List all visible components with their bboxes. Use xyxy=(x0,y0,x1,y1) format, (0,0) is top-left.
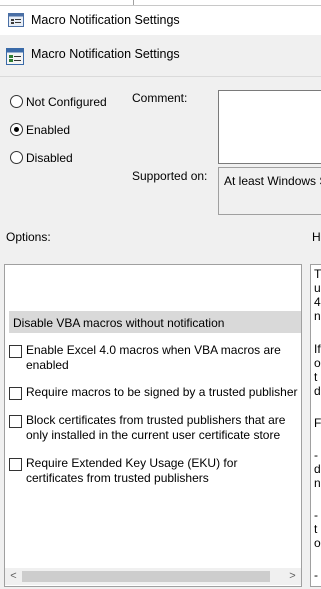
radio-label: Disabled xyxy=(26,151,73,165)
window-title: Macro Notification Settings xyxy=(31,13,180,27)
option-label: Require Extended Key Usage (EKU) for cer… xyxy=(26,456,238,485)
help-text-line: 4 xyxy=(314,295,321,309)
supported-on-value: At least Windows S xyxy=(224,174,321,188)
help-text-line: - xyxy=(314,508,318,522)
help-text-line: If xyxy=(314,342,321,356)
policy-title: Macro Notification Settings xyxy=(31,47,180,61)
option-label: Block certificates from trusted publishe… xyxy=(26,413,286,442)
option-label: Require macros to be signed by a trusted… xyxy=(26,385,298,399)
help-text-line: T xyxy=(314,267,321,281)
help-panel[interactable]: T u 4 n If o t d F - d n - t o - xyxy=(310,264,321,587)
help-text-line: t xyxy=(314,522,318,536)
supported-on-label: Supported on: xyxy=(132,169,208,183)
section-header-text: Disable VBA macros without notification xyxy=(13,316,225,330)
option-label: Enable Excel 4.0 macros when VBA macros … xyxy=(26,343,281,372)
supported-on-field[interactable]: At least Windows S xyxy=(218,167,321,215)
horizontal-scrollbar[interactable]: < > xyxy=(5,568,301,585)
checkbox[interactable] xyxy=(9,387,22,400)
help-text-line: t xyxy=(314,370,318,384)
scrollbar-thumb[interactable] xyxy=(22,571,270,582)
radio-button[interactable] xyxy=(10,95,23,108)
checkbox[interactable] xyxy=(9,345,22,358)
title-bar[interactable]: Macro Notification Settings xyxy=(0,5,321,35)
help-label: H xyxy=(312,230,321,244)
radio-disabled[interactable]: Disabled xyxy=(10,151,73,165)
options-label: Options: xyxy=(6,230,51,244)
help-text-line: - xyxy=(314,448,318,462)
help-text-line: n xyxy=(314,309,321,323)
policy-settings-icon xyxy=(8,13,24,27)
scroll-left-arrow-icon[interactable]: < xyxy=(5,569,22,584)
checkbox[interactable] xyxy=(9,415,22,428)
help-text-line: d xyxy=(314,384,321,398)
help-text-line: o xyxy=(314,356,321,370)
radio-enabled[interactable]: Enabled xyxy=(10,123,70,137)
policy-settings-icon xyxy=(6,48,24,65)
checkbox[interactable] xyxy=(9,458,22,471)
comment-textarea[interactable] xyxy=(218,90,321,164)
radio-not-configured[interactable]: Not Configured xyxy=(10,95,107,109)
comment-label: Comment: xyxy=(132,91,188,105)
radio-button[interactable] xyxy=(10,151,23,164)
radio-label: Not Configured xyxy=(26,95,107,109)
options-panel[interactable]: Disable VBA macros without notification … xyxy=(4,264,302,587)
help-text-line: F xyxy=(314,416,321,430)
scroll-right-arrow-icon[interactable]: > xyxy=(284,569,301,584)
help-text-line: u xyxy=(314,281,321,295)
help-text-line: n xyxy=(314,476,321,490)
header-divider xyxy=(0,76,321,77)
radio-button[interactable] xyxy=(10,123,23,136)
section-header: Disable VBA macros without notification xyxy=(9,311,301,333)
help-text-line: d xyxy=(314,462,321,476)
radio-label: Enabled xyxy=(26,123,71,137)
help-text-line: - xyxy=(314,568,318,582)
help-text-line: o xyxy=(314,536,321,550)
